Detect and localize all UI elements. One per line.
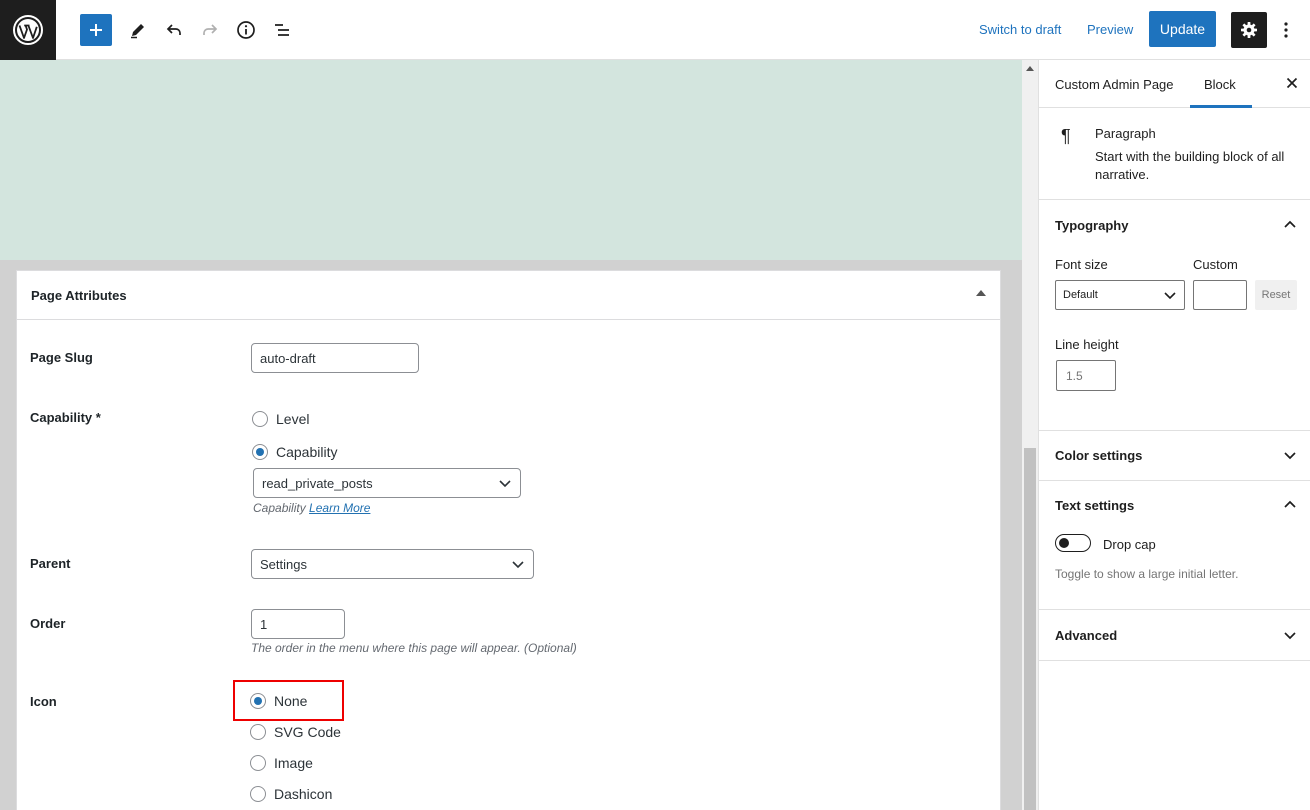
parent-select-value: Settings (260, 556, 307, 572)
settings-button[interactable] (1231, 12, 1267, 48)
block-description: Start with the building block of all nar… (1095, 149, 1285, 182)
list-view-button[interactable] (266, 14, 298, 46)
undo-icon (166, 24, 181, 35)
capability-label: Capability * (30, 410, 101, 425)
chevron-down-icon (1284, 452, 1296, 460)
panel-divider (1039, 609, 1310, 610)
metabox-title: Page Attributes (31, 288, 127, 303)
page-slug-label: Page Slug (30, 350, 93, 365)
parent-select[interactable]: Settings (251, 549, 534, 579)
radio-level-label: Level (276, 411, 310, 427)
color-settings-panel-header[interactable]: Color settings (1039, 431, 1310, 480)
paragraph-icon: ¶ (1061, 126, 1071, 146)
capability-option-level[interactable]: Level (252, 411, 309, 427)
radio-capability[interactable] (252, 444, 268, 460)
radio-dashicon[interactable] (250, 786, 266, 802)
radio-capability-label: Capability (276, 444, 338, 460)
advanced-panel-header[interactable]: Advanced (1039, 611, 1310, 660)
tab-custom-admin-page[interactable]: Custom Admin Page (1055, 77, 1174, 92)
close-icon[interactable] (1285, 76, 1299, 90)
editor-toolbar: Switch to draft Preview Update (0, 0, 1310, 60)
color-settings-title: Color settings (1055, 448, 1143, 463)
capability-select-value: read_private_posts (262, 475, 373, 491)
learn-more-link[interactable]: Learn More (309, 501, 370, 515)
icon-option-svg-code[interactable]: SVG Code (250, 724, 341, 740)
font-size-select[interactable]: Default (1055, 280, 1185, 310)
radio-image[interactable] (250, 755, 266, 771)
capability-select[interactable]: read_private_posts (253, 468, 521, 498)
radio-level[interactable] (252, 411, 268, 427)
wordpress-logo-icon[interactable] (0, 0, 56, 60)
pencil-icon (131, 24, 144, 39)
panel-divider (1039, 660, 1310, 661)
chevron-down-icon (1164, 292, 1176, 300)
line-height-label: Line height (1055, 337, 1119, 352)
page-slug-input[interactable]: auto-draft (251, 343, 419, 373)
editor-scrollbar[interactable] (1022, 60, 1038, 810)
chevron-up-icon (1284, 500, 1296, 508)
font-size-select-value: Default (1063, 289, 1098, 301)
drop-cap-toggle[interactable] (1055, 534, 1091, 552)
collapse-toggle-icon[interactable] (976, 290, 986, 296)
radio-dashicon-label: Dashicon (274, 786, 333, 802)
block-card: ¶ Paragraph Start with the building bloc… (1039, 108, 1310, 200)
plus-icon (90, 24, 102, 36)
chevron-down-icon (512, 561, 524, 569)
scroll-up-arrow-icon[interactable] (1026, 66, 1034, 71)
icon-option-dashicon[interactable]: Dashicon (250, 786, 332, 802)
tools-button[interactable] (122, 14, 154, 46)
order-input[interactable]: 1 (251, 609, 345, 639)
undo-button[interactable] (158, 14, 190, 46)
radio-image-label: Image (274, 755, 313, 771)
info-icon (237, 21, 255, 39)
scrollbar-thumb[interactable] (1024, 448, 1036, 810)
block-title: Paragraph (1095, 126, 1156, 141)
update-button[interactable]: Update (1149, 11, 1216, 47)
list-view-icon (275, 24, 289, 36)
editor-canvas: Page Attributes Page Slug auto-draft Cap… (0, 60, 1022, 810)
reset-button[interactable]: Reset (1255, 280, 1297, 310)
line-height-input[interactable]: 1.5 (1056, 360, 1116, 391)
redo-icon (203, 24, 218, 35)
typography-title: Typography (1055, 218, 1129, 233)
page-attributes-metabox: Page Attributes Page Slug auto-draft Cap… (16, 270, 1001, 810)
icon-label: Icon (30, 694, 57, 709)
radio-svg-code[interactable] (250, 724, 266, 740)
details-button[interactable] (230, 14, 262, 46)
advanced-title: Advanced (1055, 628, 1118, 643)
font-size-label: Font size (1055, 257, 1108, 272)
gear-icon (1241, 22, 1257, 38)
preview-button[interactable]: Preview (1087, 22, 1133, 37)
order-label: Order (30, 616, 66, 631)
order-hint: The order in the menu where this page wi… (251, 641, 577, 655)
typography-panel-header[interactable]: Typography (1039, 201, 1310, 250)
drop-cap-label: Drop cap (1103, 537, 1156, 552)
capability-hint-text: Capability (253, 501, 306, 515)
drop-cap-help: Toggle to show a large initial letter. (1055, 567, 1239, 581)
switch-to-draft-button[interactable]: Switch to draft (979, 22, 1061, 37)
settings-sidebar: Custom Admin Page Block ¶ Paragraph Star… (1038, 60, 1310, 810)
content-block-area[interactable] (0, 60, 1022, 260)
radio-svg-code-label: SVG Code (274, 724, 341, 740)
icon-option-image[interactable]: Image (250, 755, 313, 771)
sidebar-tabs: Custom Admin Page Block (1039, 60, 1310, 108)
capability-option-capability[interactable]: Capability (252, 444, 337, 460)
add-block-button[interactable] (80, 14, 112, 46)
text-settings-panel-header[interactable]: Text settings (1039, 481, 1310, 530)
chevron-up-icon (1284, 220, 1296, 228)
more-options-button[interactable] (1276, 14, 1296, 46)
parent-label: Parent (30, 556, 71, 571)
custom-font-size-input[interactable] (1193, 280, 1247, 310)
toggle-knob (1059, 538, 1069, 548)
redo-button[interactable] (194, 14, 226, 46)
capability-hint: Capability Learn More (253, 501, 370, 515)
custom-size-label: Custom (1193, 257, 1238, 272)
chevron-down-icon (1284, 632, 1296, 640)
more-vertical-icon (1284, 22, 1288, 38)
metabox-header[interactable]: Page Attributes (17, 271, 1000, 320)
tab-block[interactable]: Block (1204, 77, 1236, 92)
annotation-highlight-box (233, 680, 344, 721)
chevron-down-icon (499, 480, 511, 488)
text-settings-title: Text settings (1055, 498, 1135, 513)
